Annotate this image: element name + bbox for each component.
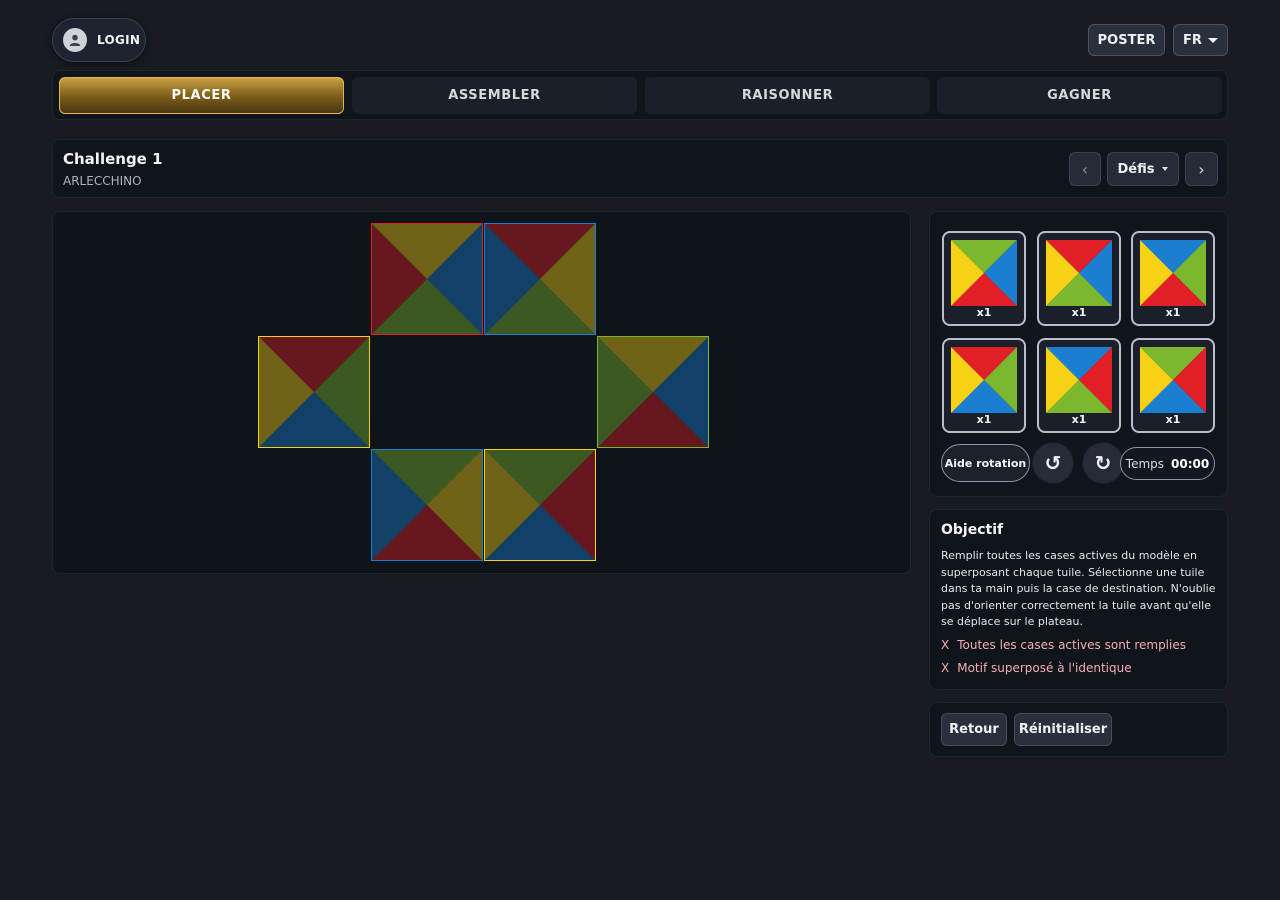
board-tile[interactable]: [258, 336, 370, 448]
timer-value: 00:00: [1171, 456, 1210, 471]
tile-icon: [1140, 347, 1206, 413]
tile-count: x1: [976, 306, 992, 319]
back-button[interactable]: Retour: [941, 713, 1007, 746]
challenges-dropdown[interactable]: Défis: [1107, 152, 1179, 186]
hand-tile[interactable]: x1: [942, 231, 1026, 326]
next-challenge-button[interactable]: ›: [1185, 152, 1218, 186]
rotation-help-button[interactable]: Aide rotation: [941, 444, 1030, 482]
tile-icon: [1046, 347, 1112, 413]
board-tile[interactable]: [484, 223, 596, 335]
hand-tile[interactable]: x1: [1037, 231, 1121, 326]
challenge-subtitle: ARLECCHINO: [63, 174, 142, 188]
login-button[interactable]: LOGIN: [52, 18, 146, 62]
tile-icon: [1046, 240, 1112, 306]
tile-count: x1: [1165, 306, 1181, 319]
reset-button[interactable]: Réinitialiser: [1014, 713, 1112, 746]
tile-icon: [1140, 240, 1206, 306]
rotate-left-icon: ↺: [1044, 451, 1062, 475]
rotate-left-button[interactable]: ↺: [1032, 442, 1074, 484]
chevron-down-icon: [1162, 167, 1169, 171]
hand-tile[interactable]: x1: [942, 338, 1026, 433]
fail-mark: X: [941, 661, 950, 675]
board-tile[interactable]: [371, 223, 483, 335]
board-tile[interactable]: [371, 449, 483, 561]
tile-count: x1: [1071, 413, 1087, 426]
tab-assembler[interactable]: ASSEMBLER: [352, 77, 637, 114]
chevron-left-icon: ‹: [1081, 159, 1089, 179]
tile-count: x1: [1165, 413, 1181, 426]
login-label: LOGIN: [97, 33, 141, 47]
chevron-down-icon: [1207, 37, 1218, 43]
board-tile[interactable]: [597, 336, 709, 448]
tab-placer[interactable]: PLACER: [59, 77, 344, 114]
rotate-right-button[interactable]: ↻: [1082, 442, 1124, 484]
tile-count: x1: [1071, 306, 1087, 319]
challenge-title: Challenge 1: [63, 150, 163, 168]
tab-raisonner[interactable]: RAISONNER: [645, 77, 930, 114]
user-icon: [63, 28, 87, 52]
fail-mark: X: [941, 638, 950, 652]
hand-tile[interactable]: x1: [1131, 231, 1215, 326]
hand-tile[interactable]: x1: [1131, 338, 1215, 433]
board-tile[interactable]: [484, 449, 596, 561]
challenge-header: [52, 139, 1228, 198]
objective-check-filled: X Toutes les cases actives sont remplies: [941, 638, 1186, 652]
tile-icon: [951, 240, 1017, 306]
objective-description: Remplir toutes les cases actives du modè…: [941, 549, 1216, 628]
tile-count: x1: [976, 413, 992, 426]
timer: Temps 00:00: [1120, 447, 1215, 480]
language-select[interactable]: FR: [1173, 24, 1228, 56]
rotate-right-icon: ↻: [1094, 451, 1112, 475]
tile-icon: [951, 347, 1017, 413]
timer-label: Temps: [1125, 456, 1165, 471]
hand-tile[interactable]: x1: [1037, 338, 1121, 433]
previous-challenge-button[interactable]: ‹: [1069, 152, 1101, 186]
objective-check-pattern: X Motif superposé à l'identique: [941, 661, 1132, 675]
objective-title: Objectif: [941, 522, 1004, 538]
chevron-right-icon: ›: [1198, 159, 1205, 179]
poster-button[interactable]: POSTER: [1088, 24, 1165, 56]
tab-gagner[interactable]: GAGNER: [937, 77, 1222, 114]
